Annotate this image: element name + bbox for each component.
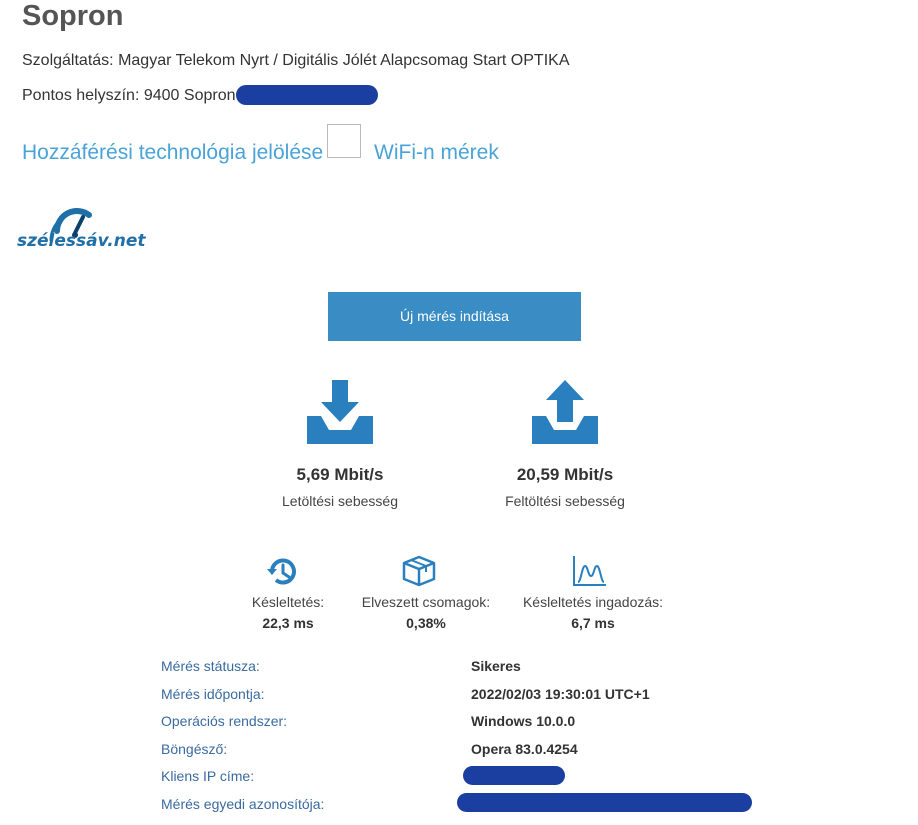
logo-text: szélessáv.net bbox=[17, 231, 146, 251]
download-tray-icon bbox=[305, 378, 375, 446]
wifi-link[interactable]: WiFi-n mérek bbox=[374, 140, 499, 166]
page-title: Sopron bbox=[22, 0, 124, 32]
upload-speed-value: 20,59 Mbit/s bbox=[516, 465, 614, 484]
service-value: Magyar Telekom Nyrt / Digitális Jólét Al… bbox=[118, 52, 570, 69]
upload-speed-label: Feltöltési sebesség bbox=[505, 493, 625, 509]
os-value: Windows 10.0.0 bbox=[471, 713, 576, 729]
browser-value: Opera 83.0.4254 bbox=[471, 741, 578, 757]
start-measurement-button[interactable]: Új mérés indítása bbox=[328, 292, 581, 341]
wifi-checkbox[interactable] bbox=[327, 124, 361, 158]
service-line: Szolgáltatás: Magyar Telekom Nyrt / Digi… bbox=[22, 51, 569, 71]
measurement-id-label: Mérés egyedi azonosítója: bbox=[161, 796, 325, 812]
packet-loss-label: Elveszett csomagok: bbox=[361, 594, 491, 610]
jitter-chart-icon bbox=[571, 554, 607, 588]
location-redaction bbox=[236, 85, 378, 105]
logo[interactable]: szélessáv.net bbox=[17, 203, 167, 253]
client-ip-redaction bbox=[463, 766, 565, 785]
measurement-id-redaction bbox=[457, 793, 752, 812]
packet-loss-value: 0,38% bbox=[406, 615, 446, 631]
measurement-time-label: Mérés időpontja: bbox=[161, 686, 265, 702]
os-label: Operációs rendszer: bbox=[161, 713, 288, 729]
status-value: Sikeres bbox=[471, 658, 521, 674]
history-clock-icon bbox=[266, 555, 300, 589]
location-value: 9400 Sopron bbox=[143, 87, 236, 104]
status-label: Mérés státusza: bbox=[161, 658, 260, 674]
jitter-label: Késleltetés ingadozás: bbox=[522, 594, 664, 610]
jitter-value: 6,7 ms bbox=[571, 615, 615, 631]
location-label: Pontos helyszín: bbox=[22, 87, 140, 104]
download-speed-value: 5,69 Mbit/s bbox=[296, 465, 384, 484]
service-label: Szolgáltatás: bbox=[22, 52, 114, 69]
package-box-icon bbox=[402, 555, 436, 587]
upload-tray-icon bbox=[530, 378, 600, 446]
logo-speedometer-icon: szélessáv.net bbox=[17, 208, 146, 251]
measurement-time-value: 2022/02/03 19:30:01 UTC+1 bbox=[471, 686, 650, 702]
access-technology-link[interactable]: Hozzáférési technológia jelölése bbox=[22, 140, 323, 166]
browser-label: Böngésző: bbox=[161, 741, 228, 757]
client-ip-label: Kliens IP címe: bbox=[161, 768, 255, 784]
download-speed-label: Letöltési sebesség bbox=[282, 493, 398, 509]
location-line: Pontos helyszín: 9400 Sopron bbox=[22, 86, 236, 106]
